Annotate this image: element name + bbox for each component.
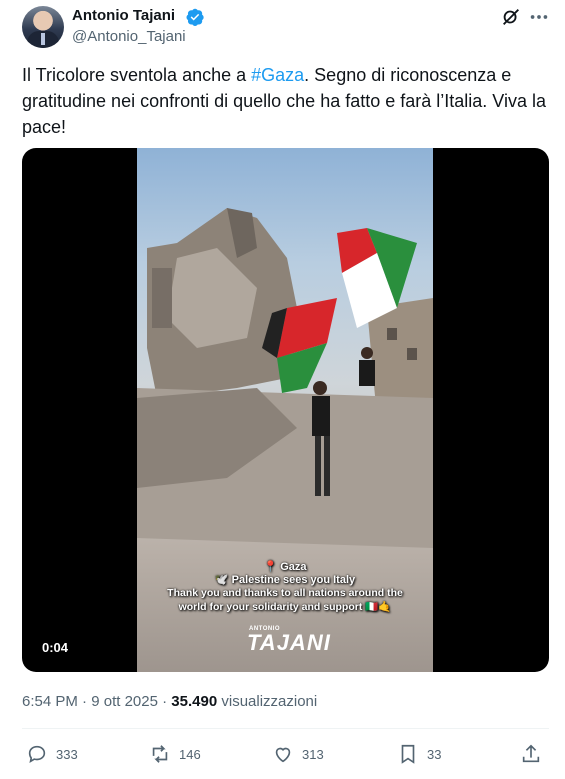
repost-icon [152,745,168,763]
reply-icon [28,745,46,763]
grok-icon[interactable] [500,6,522,28]
like-count: 313 [302,746,324,762]
video-caption: 🕊️ Palestine sees you Italy [214,574,356,586]
tweet-time[interactable]: 6:54 PM [22,693,78,710]
avatar-tie [41,33,45,45]
heart-icon [275,747,291,763]
bookmark-icon [401,744,415,764]
view-count: 35.490 [171,693,218,710]
author-handle[interactable]: @Antonio_Tajani [72,28,186,45]
video-watermark: TAJANI [247,630,331,655]
video-caption: 📍 Gaza [263,561,307,573]
tweet-text-part: Il Tricolore sventola anche a [22,65,252,85]
view-label: visualizzazioni [221,693,318,710]
author-name[interactable]: Antonio Tajani [72,7,175,24]
video-frame: 📍 Gaza 🕊️ Palestine sees you Italy Thank… [137,148,433,672]
bookmark-button[interactable]: 33 [397,740,441,768]
bookmark-count: 33 [427,746,442,762]
divider [22,728,549,729]
more-icon[interactable] [528,6,550,28]
tweet-text: Il Tricolore sventola anche a #Gaza. Seg… [22,62,547,140]
like-button[interactable]: 313 [272,740,324,768]
repost-count: 146 [179,746,201,762]
verified-badge-icon [186,8,204,26]
video-caption: world for your solidarity and support 🇮🇹… [178,601,392,613]
video-duration: 0:04 [42,640,69,655]
share-icon [522,744,540,763]
meta-separator: · [77,693,92,710]
hashtag-link[interactable]: #Gaza [251,65,304,85]
video-player[interactable]: 📍 Gaza 🕊️ Palestine sees you Italy Thank… [22,148,549,672]
reply-count: 333 [56,746,78,762]
reply-button[interactable]: 333 [26,740,78,768]
repost-button[interactable]: 146 [149,740,201,768]
meta-separator: · [157,693,172,710]
share-button[interactable] [520,740,550,768]
action-bar: 333 146 313 33 [22,740,549,768]
video-caption: Thank you and thanks to all nations arou… [167,587,403,599]
avatar[interactable] [22,6,64,48]
tweet-date[interactable]: 9 ott 2025 [91,693,158,710]
tweet-meta: 6:54 PM · 9 ott 2025 · 35.490 visualizza… [22,693,317,710]
